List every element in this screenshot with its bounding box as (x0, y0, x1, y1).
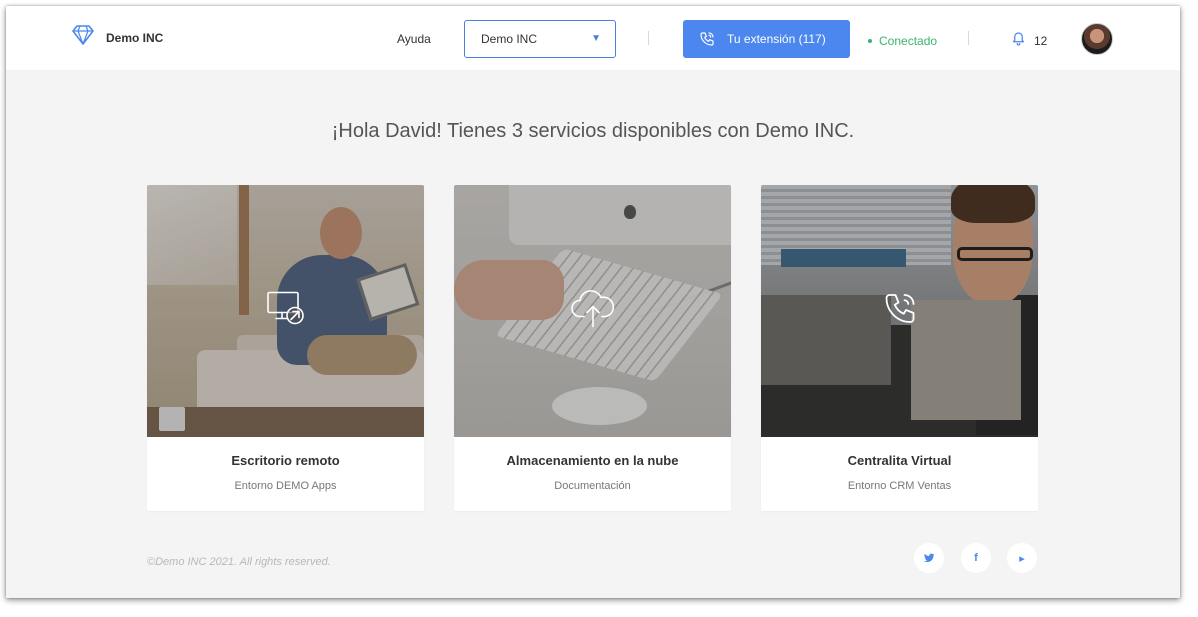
service-subtitle: Documentación (554, 480, 631, 492)
service-title: Centralita Virtual (847, 453, 952, 468)
status-label: Conectado (879, 34, 938, 48)
company-select-value: Demo INC (481, 32, 538, 46)
top-header: Demo INC Ayuda Demo INC ▼ Tu extensión (… (6, 6, 1180, 70)
service-card-remote-desktop[interactable]: Escritorio remoto Entorno DEMO Apps (147, 185, 424, 511)
copyright-text: ©Demo INC 2021. All rights reserved. (147, 556, 331, 568)
youtube-icon[interactable]: ▸ (1007, 543, 1037, 573)
app-window: Demo INC Ayuda Demo INC ▼ Tu extensión (… (6, 6, 1180, 598)
remote-desktop-icon (266, 291, 306, 332)
divider (968, 31, 969, 45)
phone-call-icon (882, 291, 918, 332)
bell-icon (1011, 30, 1026, 51)
service-photo (454, 185, 731, 437)
user-avatar[interactable] (1081, 23, 1113, 55)
greeting-text: ¡Hola David! Tienes 3 servicios disponib… (331, 120, 855, 142)
divider (648, 31, 649, 45)
diamond-logo-icon (72, 25, 94, 50)
brand-name: Demo INC (106, 30, 164, 45)
play-glyph: ▸ (1019, 552, 1025, 565)
service-card-virtual-pbx[interactable]: Centralita Virtual Entorno CRM Ventas (761, 185, 1038, 511)
notifications[interactable]: 12 (1011, 30, 1047, 51)
service-subtitle: Entorno CRM Ventas (847, 480, 952, 492)
company-select[interactable]: Demo INC ▼ (464, 20, 616, 58)
caret-down-icon: ▼ (591, 33, 601, 44)
brand[interactable]: Demo INC (72, 25, 163, 50)
facebook-icon[interactable]: f (961, 543, 991, 573)
service-title: Escritorio remoto (231, 453, 340, 468)
connection-status: Conectado (868, 34, 937, 48)
extension-button-label: Tu extensión (117) (727, 32, 826, 46)
extension-button[interactable]: Tu extensión (117) (683, 20, 850, 58)
service-title: Almacenamiento en la nube (506, 453, 679, 468)
facebook-glyph: f (974, 552, 978, 564)
notifications-count: 12 (1034, 33, 1048, 48)
status-dot-icon (868, 39, 872, 43)
service-card-cloud-storage[interactable]: Almacenamiento en la nube Documentación (454, 185, 731, 511)
phone-call-icon (699, 31, 715, 47)
service-photo (761, 185, 1038, 437)
service-subtitle: Entorno DEMO Apps (234, 480, 337, 492)
help-link[interactable]: Ayuda (397, 32, 431, 46)
service-photo (147, 185, 424, 437)
twitter-icon[interactable] (914, 543, 944, 573)
cloud-upload-icon (570, 289, 616, 334)
